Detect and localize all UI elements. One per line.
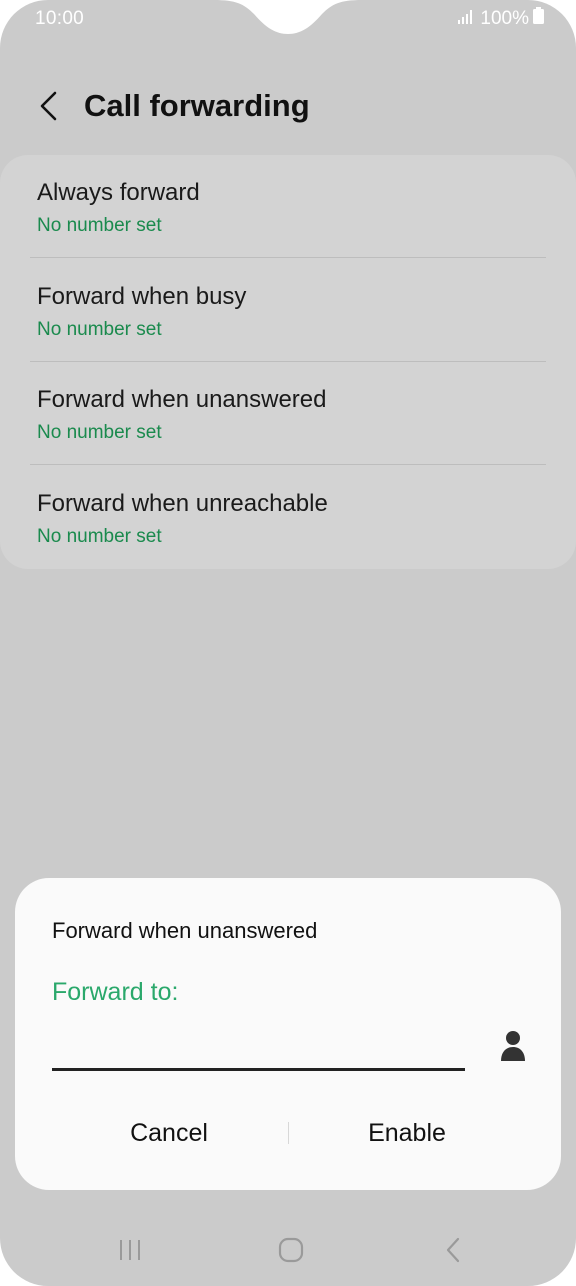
back-icon: [446, 1237, 460, 1263]
nav-back-button[interactable]: [428, 1228, 478, 1272]
divider: [30, 257, 546, 258]
list-item-forward-when-busy[interactable]: Forward when busy No number set: [30, 259, 546, 362]
contact-person-icon: [501, 1031, 525, 1061]
list-item-sub: No number set: [37, 422, 162, 443]
list-item-label: Forward when unreachable: [37, 490, 328, 517]
battery-text: 100%: [480, 7, 529, 29]
status-icons: 100%: [458, 7, 544, 30]
list-item-sub: No number set: [37, 319, 162, 340]
battery-icon: [533, 7, 544, 30]
status-bar: 10:00 100%: [0, 0, 576, 38]
dialog-button-row: Cancel Enable: [15, 1108, 561, 1158]
button-separator: [288, 1122, 289, 1144]
back-arrow-icon: [40, 91, 57, 121]
list-item-label: Forward when busy: [37, 283, 247, 310]
forward-to-label: Forward to:: [52, 978, 179, 1006]
page-title: Call forwarding: [84, 88, 310, 123]
recent-apps-icon: [120, 1240, 140, 1260]
contact-picker-button[interactable]: [495, 1026, 531, 1066]
enable-button[interactable]: Enable: [307, 1108, 507, 1158]
list-item-label: Always forward: [37, 179, 200, 206]
forward-number-input[interactable]: [52, 1028, 465, 1071]
phone-screen: 10:00 100% Call forwarding Always forwar…: [0, 0, 576, 1286]
divider: [30, 464, 546, 465]
cancel-button[interactable]: Cancel: [69, 1108, 269, 1158]
recent-apps-button[interactable]: [105, 1228, 155, 1272]
signal-icon: [458, 8, 474, 30]
list-item-sub: No number set: [37, 215, 162, 236]
list-item-always-forward[interactable]: Always forward No number set: [30, 155, 546, 258]
home-icon: [278, 1237, 304, 1263]
dialog-title: Forward when unanswered: [52, 918, 318, 943]
forwarding-options-card: Always forward No number set Forward whe…: [0, 155, 576, 569]
list-item-label: Forward when unanswered: [37, 386, 327, 413]
list-item-sub: No number set: [37, 526, 162, 547]
navigation-bar: [0, 1220, 576, 1280]
back-button[interactable]: [28, 86, 68, 126]
status-time: 10:00: [35, 8, 85, 29]
app-header: Call forwarding: [0, 80, 576, 136]
forward-dialog: Forward when unanswered Forward to: Canc…: [15, 878, 561, 1190]
list-item-forward-when-unanswered[interactable]: Forward when unanswered No number set: [30, 362, 546, 465]
home-button[interactable]: [266, 1228, 316, 1272]
camera-notch: [214, 0, 362, 34]
list-item-forward-when-unreachable[interactable]: Forward when unreachable No number set: [30, 466, 546, 569]
